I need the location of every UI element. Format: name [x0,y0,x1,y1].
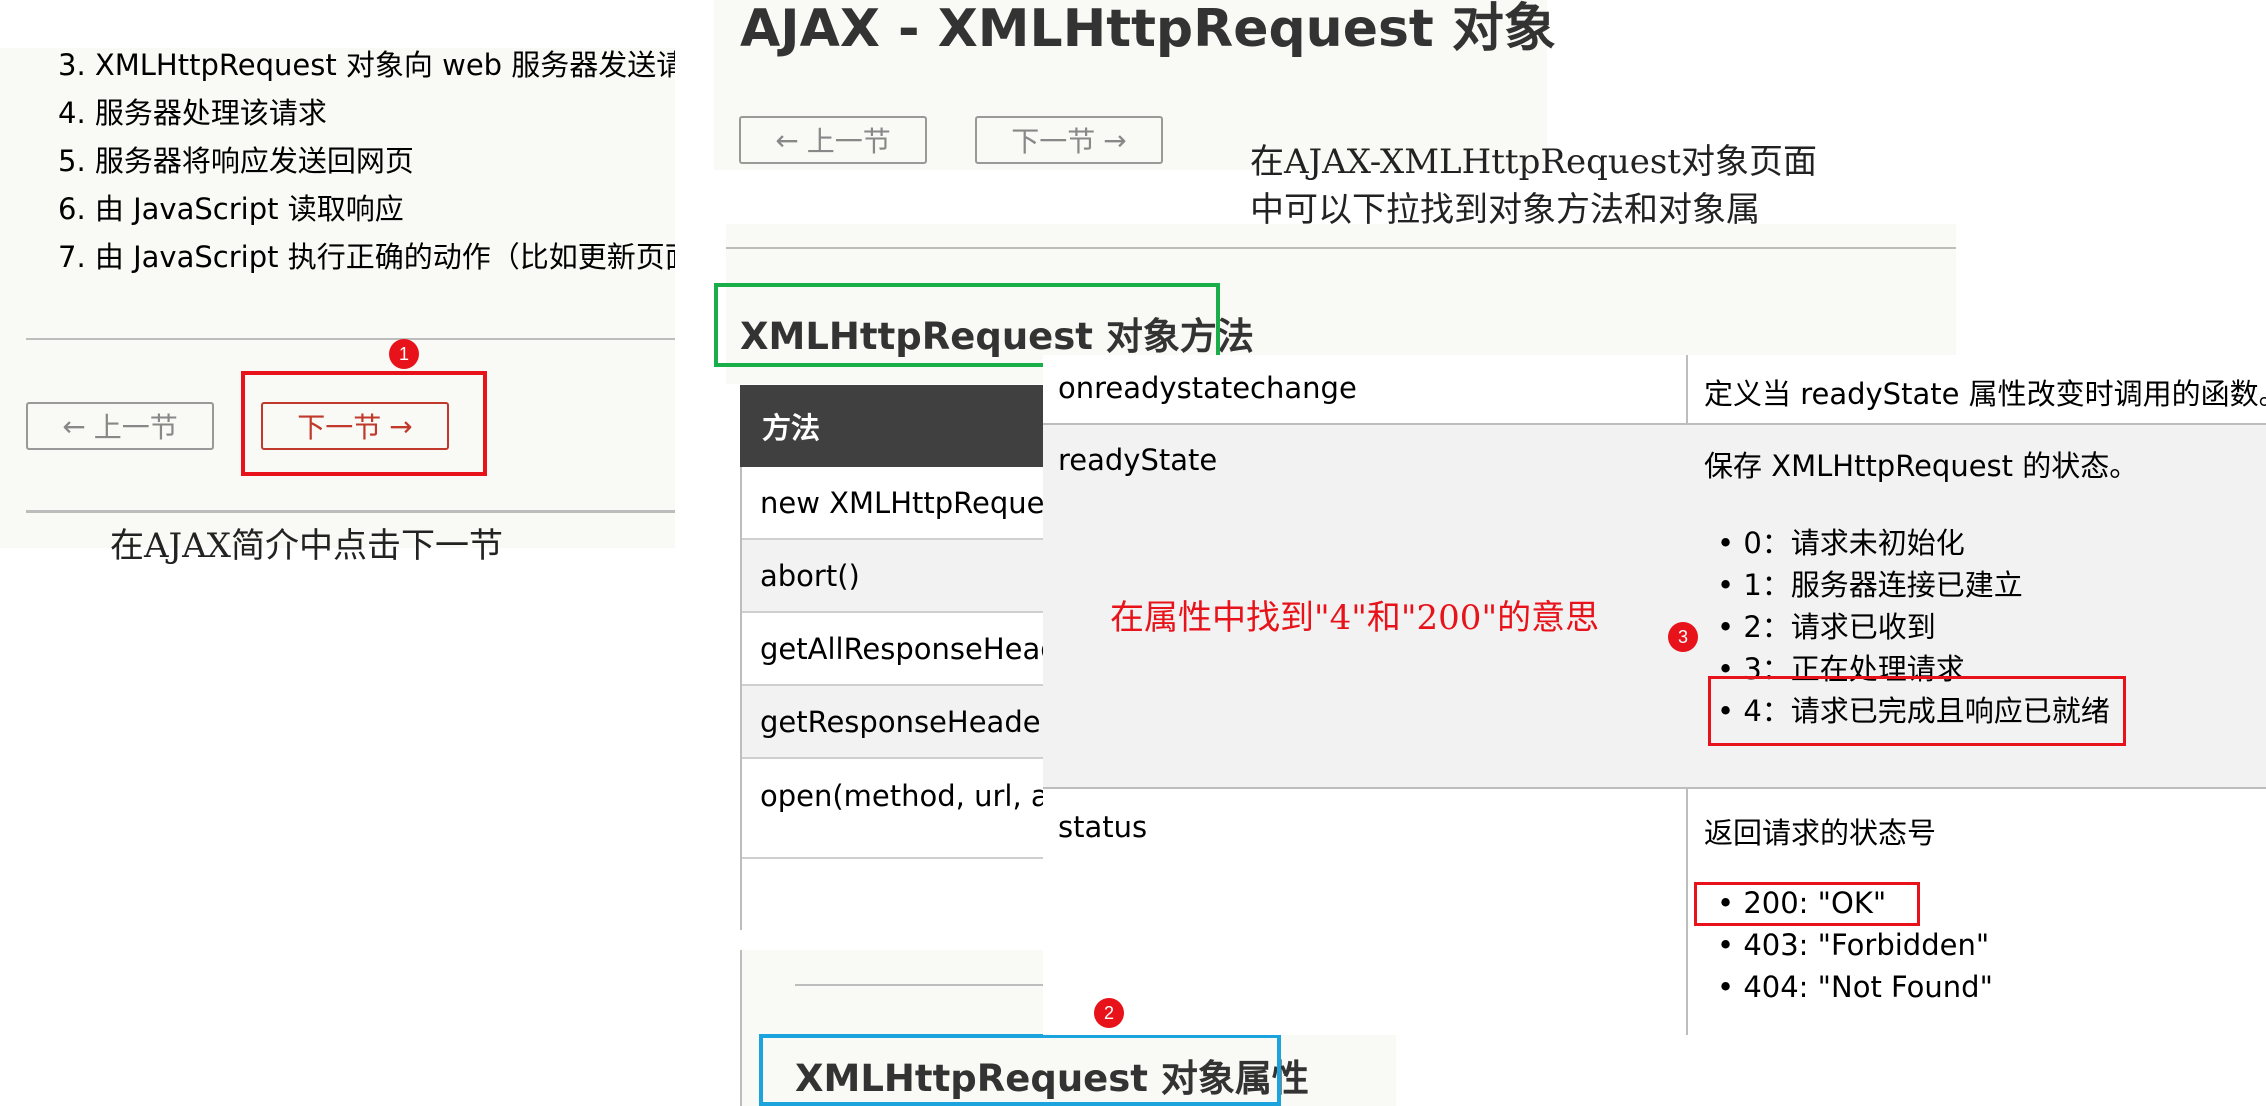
step-item: 4. 服务器处理该请求 [58,96,327,130]
list-item: • 403: "Forbidden" [1717,928,1990,962]
list-item: • 404: "Not Found" [1717,970,1993,1004]
table-header: 方法 [740,385,1050,467]
divider [726,247,1956,249]
table-border [740,467,742,930]
table-border [740,950,742,1106]
list-item: • 1：服务器连接已建立 [1717,568,2023,602]
step-badge-3: 3 [1668,622,1698,652]
arrow-left-icon: ← [775,123,799,157]
highlight-attributes-box [759,1034,1281,1106]
step-item: 7. 由 JavaScript 执行正确的动作（比如更新页面 [58,240,675,274]
next-label: 下一节 [1011,125,1096,158]
next-section-button[interactable]: 下一节 → [975,116,1163,164]
property-desc: 保存 XMLHttpRequest 的状态。 [1704,449,2139,483]
list-item: • 0：请求未初始化 [1717,526,1965,560]
highlight-next-box [241,371,487,476]
step-badge-2: 2 [1094,998,1124,1028]
list-item: • 2：请求已收到 [1717,610,1936,644]
arrow-right-icon: → [1103,123,1127,157]
divider [26,510,675,513]
step-item: 6. 由 JavaScript 读取响应 [58,192,404,226]
property-desc: 定义当 readyState 属性改变时调用的函数。 [1704,377,2266,411]
property-name: readyState [1058,443,1218,477]
property-name: status [1058,810,1148,844]
step-badge-1: 1 [389,339,419,369]
table-row: abort() [740,540,1050,613]
highlight-state4-box [1708,676,2126,746]
property-desc: 返回请求的状态号 [1704,816,1937,850]
note-line: 在AJAX-XMLHttpRequest对象页面 [1250,142,1817,182]
page-title: AJAX - XMLHttpRequest 对象 [740,0,1556,59]
table-row: getResponseHeader() [740,686,1050,759]
prev-label: 上一节 [806,125,891,158]
property-name: onreadystatechange [1058,371,1357,405]
step-item: 3. XMLHttpRequest 对象向 web 服务器发送请求 [58,48,675,82]
annotation-note: 在AJAX简介中点击下一节 [110,526,503,566]
row-divider [1043,787,2266,789]
prev-section-button[interactable]: ← 上一节 [26,402,214,450]
step-item: 5. 服务器将响应发送回网页 [58,144,414,178]
methods-table: 方法 new XMLHttpRequest() abort() getAllRe… [740,385,1050,930]
annotation-note: 在属性中找到"4"和"200"的意思 [1110,598,1600,638]
table-row: getAllResponseHeaders() [740,613,1050,686]
arrow-left-icon: ← [62,409,86,443]
prev-label: 上一节 [93,411,178,444]
table-row: open(method, url, async [740,759,1050,859]
table-row: new XMLHttpRequest() [740,467,1050,540]
prev-section-button[interactable]: ← 上一节 [739,116,927,164]
highlight-status200-box [1694,882,1920,926]
divider [26,338,675,340]
